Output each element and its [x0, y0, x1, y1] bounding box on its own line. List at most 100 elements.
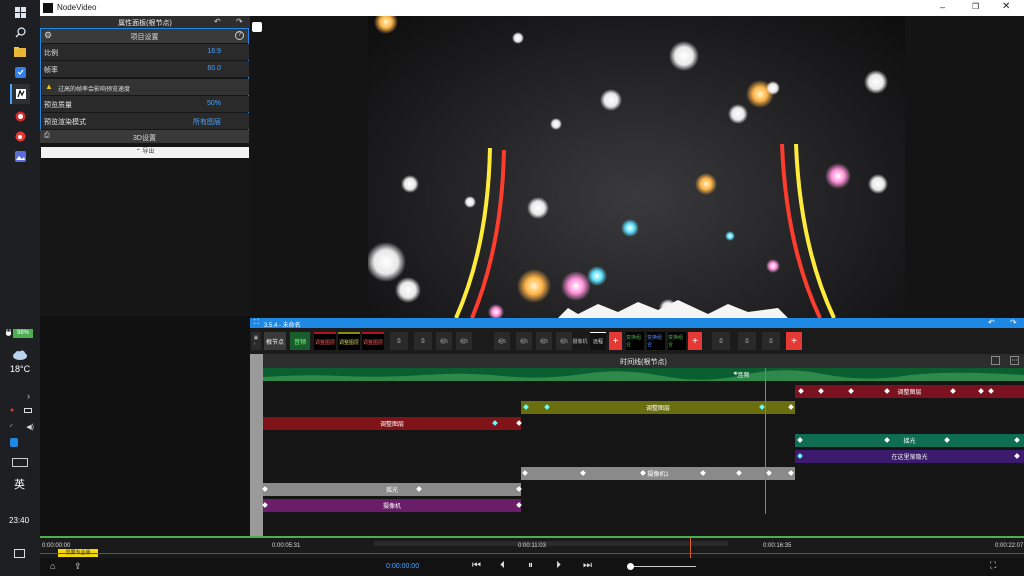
minimize-button[interactable]: – — [940, 2, 945, 12]
keyframe-marker[interactable] — [818, 388, 824, 394]
adjust-layer-clip-1[interactable]: 调整图层 — [795, 385, 1024, 398]
close-button[interactable]: ✕ — [1002, 1, 1010, 12]
group-chip-2[interactable]: 组5 — [456, 332, 472, 350]
fps-value[interactable]: 60.0 — [207, 65, 221, 72]
keyframe-marker[interactable] — [700, 470, 706, 476]
tray-battery-icon[interactable] — [24, 408, 32, 413]
keyframe-marker[interactable] — [1014, 453, 1020, 459]
render-mode-value[interactable]: 所有图层 — [193, 117, 221, 127]
redo-icon[interactable]: ↷ — [236, 17, 243, 26]
ruler-playhead[interactable] — [690, 538, 691, 558]
keyframe-marker[interactable] — [523, 404, 529, 410]
timeline-playhead[interactable] — [765, 368, 766, 514]
keyframe-marker[interactable] — [884, 388, 890, 394]
fullscreen-icon[interactable] — [252, 22, 262, 32]
time-ruler[interactable]: 0:00:00:00 0:00:05:31 0:00:11:03 0:00:16… — [40, 536, 1024, 558]
keyframe-marker[interactable] — [950, 388, 956, 394]
camera1-clip[interactable]: 摄像机1 — [521, 467, 795, 480]
keyframe-marker[interactable] — [516, 420, 522, 426]
remote-chip[interactable]: 远程 — [590, 332, 606, 350]
group-chip-3[interactable]: 组5 — [494, 332, 510, 350]
side-toggle-icon[interactable]: ▣ › — [251, 332, 261, 350]
preview-quality-value[interactable]: 50% — [207, 100, 221, 107]
photos-icon[interactable] — [12, 148, 28, 164]
keyframe-marker[interactable] — [544, 404, 550, 410]
fade-clip[interactable]: 在这里渐隐光 — [795, 450, 1024, 463]
jump-start-icon[interactable]: ⏮ — [472, 560, 481, 571]
more-icon[interactable]: ⋯ — [1010, 356, 1019, 365]
share-icon[interactable]: ⇪ — [74, 561, 82, 572]
weibo-icon[interactable] — [12, 128, 28, 144]
audio-node-chip[interactable]: 音频 — [290, 332, 310, 350]
adjust-layer-chip-2[interactable]: 调整图层 — [338, 332, 360, 350]
group-chip-1[interactable]: 组5 — [436, 332, 452, 350]
keyframe-marker[interactable] — [262, 486, 268, 492]
store-icon[interactable] — [12, 64, 28, 80]
group-chip-4[interactable]: 组5 — [516, 332, 532, 350]
step-forward-icon[interactable]: ⏵ — [556, 560, 561, 571]
node-icon-5[interactable]: ⎙ — [762, 332, 780, 350]
timeline-area[interactable]: 时间线(根节点) ⋯ 🔊︎ 音频 调整图层 调整图层 调整图层 摇光 在这里渐隐… — [250, 354, 1024, 536]
keyframe-marker[interactable] — [766, 470, 772, 476]
adjust-layer-clip-3[interactable]: 调整图层 — [263, 417, 522, 430]
project-settings-header[interactable]: ⚙ 项目设置 ? — [41, 29, 248, 43]
volume-icon[interactable]: ◀) — [26, 423, 34, 431]
redo-icon[interactable]: ↷ — [1010, 318, 1017, 327]
help-icon[interactable]: ? — [235, 31, 244, 40]
keyframe-marker[interactable] — [884, 437, 890, 443]
keyframe-marker[interactable] — [798, 388, 804, 394]
flash-clip-left[interactable]: 摇光 — [262, 483, 522, 496]
keyframe-marker[interactable] — [262, 502, 268, 508]
undo-icon[interactable]: ↶ — [214, 17, 221, 26]
fps-row[interactable]: 帧率 60.0 — [42, 61, 249, 77]
keyframe-marker[interactable] — [797, 453, 803, 459]
keyframe-marker[interactable] — [580, 470, 586, 476]
keyframe-marker[interactable] — [978, 388, 984, 394]
chevron-right-icon[interactable]: › — [27, 391, 30, 401]
node-icon-2[interactable]: ⎙ — [414, 332, 432, 350]
add-node-button-1[interactable]: + — [609, 332, 622, 350]
render-mode-row[interactable]: 预览渲染模式 所有图层 — [42, 113, 249, 129]
keyframe-marker[interactable] — [640, 470, 646, 476]
wifi-icon[interactable]: ◜ — [10, 423, 13, 431]
keyframe-marker[interactable] — [759, 404, 765, 410]
volume-slider-track[interactable] — [628, 566, 696, 567]
keyframe-marker[interactable] — [797, 437, 803, 443]
keyframe-marker[interactable] — [848, 388, 854, 394]
root-node-tab[interactable]: 根节点 — [264, 332, 286, 350]
record-icon[interactable] — [12, 108, 28, 124]
ime-indicator[interactable]: 英 — [14, 476, 25, 492]
flash-clip-right[interactable]: 摇光 — [795, 434, 1024, 447]
keyframe-marker[interactable] — [788, 404, 794, 410]
keyframe-marker[interactable] — [988, 388, 994, 394]
keyboard-icon[interactable] — [12, 458, 28, 467]
adjust-layer-chip-3[interactable]: 调整图层 — [362, 332, 384, 350]
windows-start-icon[interactable] — [12, 4, 28, 20]
keyframe-marker[interactable] — [516, 502, 522, 508]
tray-red-icon[interactable]: ● — [10, 407, 14, 414]
adjust-layer-chip-1[interactable]: 调整图层 — [314, 332, 336, 350]
preview-canvas[interactable] — [368, 16, 905, 318]
bluetooth-icon[interactable] — [10, 438, 18, 447]
node-icon-4[interactable]: ⎙ — [738, 332, 756, 350]
keyframe-marker[interactable] — [492, 420, 498, 426]
timeline-grid-icon[interactable] — [991, 356, 1000, 365]
add-node-button-3[interactable]: + — [786, 332, 802, 350]
nodevideo-taskbar-icon[interactable] — [10, 84, 30, 104]
search-icon[interactable] — [12, 24, 28, 40]
3d-settings-header[interactable]: ⎙ 3D设置 — [40, 130, 249, 143]
keyframe-marker[interactable] — [1014, 437, 1020, 443]
keyframe-marker[interactable] — [522, 470, 528, 476]
maximize-button[interactable]: ❐ — [972, 2, 979, 11]
system-clock[interactable]: 23:40 — [9, 516, 29, 525]
node-icon-3[interactable]: ⎙ — [712, 332, 730, 350]
undo-icon[interactable]: ↶ — [988, 318, 995, 327]
transform-chip-2[interactable]: 变换组合 — [647, 332, 665, 350]
notification-icon[interactable] — [14, 549, 25, 558]
keyframe-marker[interactable] — [736, 470, 742, 476]
adjust-layer-clip-2[interactable]: 调整图层 — [521, 401, 795, 414]
ratio-row[interactable]: 比例 16:9 — [42, 44, 249, 60]
fullscreen-icon[interactable]: ⛶ — [990, 560, 996, 571]
group-chip-5[interactable]: 组5 — [536, 332, 552, 350]
ratio-value[interactable]: 16:9 — [207, 48, 221, 55]
